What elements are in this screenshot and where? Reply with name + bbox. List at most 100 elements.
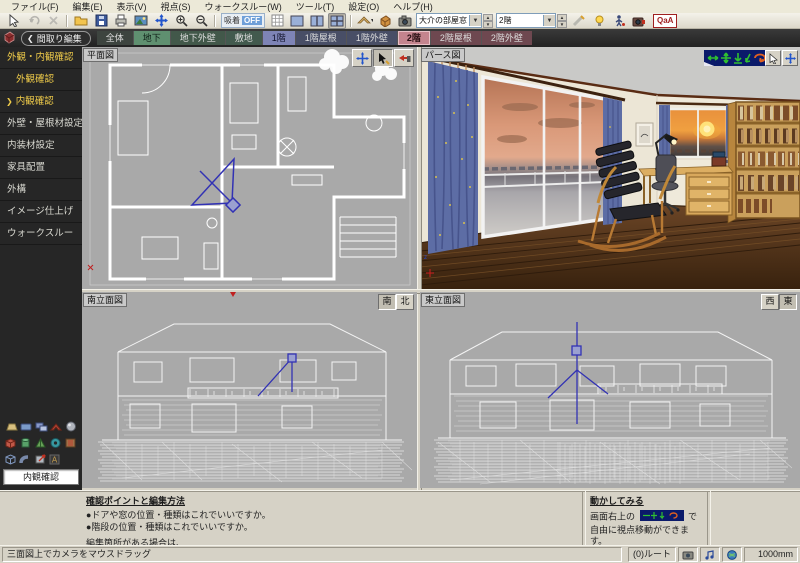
menu-edit[interactable]: 編集(E): [66, 0, 110, 13]
floor-spinner[interactable]: ▲▼: [557, 14, 567, 27]
help-divider: [707, 491, 711, 546]
tab-basement[interactable]: 地下: [134, 31, 171, 45]
north-button[interactable]: 北: [396, 294, 414, 310]
walkthrough-person-icon[interactable]: [610, 13, 628, 29]
sidebar-item-wall-roof-material[interactable]: 外壁・屋根材設定: [0, 113, 82, 135]
tab-1f-roof[interactable]: 1階屋根: [296, 31, 347, 45]
torus-teal-icon[interactable]: [48, 435, 63, 450]
two-pane-layout-icon[interactable]: [308, 13, 326, 29]
fit-view-button[interactable]: [782, 50, 798, 66]
menu-walkthrough[interactable]: ウォークスルー(W): [198, 0, 289, 13]
sidebar-item-walkthrough[interactable]: ウォークスルー: [0, 223, 82, 245]
cube-red-icon[interactable]: [3, 435, 18, 450]
view-name-select[interactable]: 大介の部屋窓 ▼: [416, 13, 482, 28]
tab-whole[interactable]: 全体: [97, 31, 134, 45]
select-pointer-button[interactable]: [765, 50, 781, 66]
one-pane-layout-icon[interactable]: [288, 13, 306, 29]
south-button[interactable]: 南: [378, 294, 396, 310]
south-elevation-viewport[interactable]: 南立面図 南 北: [82, 292, 417, 488]
camera-status-icon[interactable]: [678, 547, 698, 562]
south-elevation-drawing[interactable]: [82, 292, 417, 488]
box-arrow-icon[interactable]: [33, 451, 48, 466]
tab-1f-wall[interactable]: 1階外壁: [347, 31, 398, 45]
camera-position-icon[interactable]: [630, 13, 648, 29]
box-solid-icon[interactable]: [18, 419, 33, 434]
mode-status-box: 内観確認: [3, 469, 79, 485]
delete-icon[interactable]: [44, 13, 62, 29]
tab-basement-wall[interactable]: 地下外壁: [171, 31, 226, 45]
qa-help-button[interactable]: QaA: [653, 14, 677, 28]
help-bullet-1: ●ドアや窓の位置・種類はこれでいいですか。: [86, 510, 556, 521]
prism-green-icon[interactable]: [33, 435, 48, 450]
perspective-viewport[interactable]: z パース図: [420, 47, 800, 289]
floor-select[interactable]: 2階 ▼: [496, 13, 556, 28]
dropdown-arrow-icon[interactable]: ▼: [543, 15, 555, 26]
save-icon[interactable]: [92, 13, 110, 29]
selected-arrow-icon: ❯: [6, 97, 13, 106]
tab-2f[interactable]: 2階: [398, 31, 431, 45]
view-name-spinner[interactable]: ▲▼: [483, 14, 493, 27]
text-letter-icon[interactable]: A: [48, 451, 63, 466]
plan-drawing[interactable]: [82, 47, 417, 289]
sidebar-item-exterior-structure[interactable]: 外構: [0, 179, 82, 201]
menu-settings[interactable]: 設定(O): [341, 0, 386, 13]
cylinder-green-icon[interactable]: [18, 435, 33, 450]
tab-2f-wall[interactable]: 2階外壁: [482, 31, 532, 45]
sidebar-item-furniture[interactable]: 家具配置: [0, 157, 82, 179]
3d-box-icon[interactable]: [376, 13, 394, 29]
four-pane-layout-icon[interactable]: [328, 13, 346, 29]
image-export-icon[interactable]: [132, 13, 150, 29]
sphere-icon[interactable]: [63, 419, 78, 434]
menu-viewpoint[interactable]: 視点(S): [154, 0, 198, 13]
light-icon[interactable]: [590, 13, 608, 29]
viewpoint-nav-widget[interactable]: [704, 50, 770, 66]
zoom-in-icon[interactable]: [172, 13, 190, 29]
trapezoid-solid-icon[interactable]: [3, 419, 18, 434]
route-indicator: (0)ルート: [628, 547, 676, 562]
menu-bar: ファイル(F) 編集(E) 表示(V) 視点(S) ウォークスルー(W) ツール…: [0, 0, 800, 13]
roof-display-menu-icon[interactable]: [356, 13, 374, 29]
pipe-elbow-icon[interactable]: [18, 451, 33, 466]
floor-plan-edit-back-button[interactable]: ❮ 間取り編集: [21, 31, 91, 46]
menu-view[interactable]: 表示(V): [110, 0, 154, 13]
undo-icon[interactable]: [24, 13, 42, 29]
pan-tool-button[interactable]: [352, 49, 372, 67]
east-elevation-drawing[interactable]: [420, 292, 800, 488]
select-edit-tool-button[interactable]: [373, 49, 393, 67]
grid-icon[interactable]: [268, 13, 286, 29]
back-chevron-icon: ❮: [27, 34, 34, 43]
fit-view-icon[interactable]: [152, 13, 170, 29]
sidebar-item-interior-check[interactable]: ❯内観確認: [0, 91, 82, 113]
textured-box-icon[interactable]: [63, 435, 78, 450]
dropdown-arrow-icon[interactable]: ▼: [469, 15, 481, 26]
help-right-prefix: 画面右上の: [590, 511, 635, 521]
sidebar-item-exterior-interior-check[interactable]: 外観・内観確認: [0, 47, 82, 69]
sidebar-item-interior-material[interactable]: 内装材設定: [0, 135, 82, 157]
menu-help[interactable]: ヘルプ(H): [386, 0, 440, 13]
camera-drag-tool-button[interactable]: [394, 49, 414, 67]
west-button[interactable]: 西: [761, 294, 779, 310]
tab-2f-roof[interactable]: 2階屋根: [431, 31, 482, 45]
sidebar-item-exterior-check[interactable]: 外観確認: [0, 69, 82, 91]
east-elevation-viewport[interactable]: 東立面図 西 東: [420, 292, 800, 488]
menu-file[interactable]: ファイル(F): [4, 0, 66, 13]
plan-viewport[interactable]: 平面図: [82, 47, 417, 289]
tab-1f[interactable]: 1階: [263, 31, 296, 45]
perspective-render[interactable]: z: [420, 47, 800, 289]
tab-site[interactable]: 敷地: [226, 31, 263, 45]
snap-toggle-button[interactable]: 吸着 OFF: [221, 13, 265, 28]
boxes-overlap-icon[interactable]: [33, 419, 48, 434]
select-tool-icon[interactable]: [4, 13, 22, 29]
sidebar-item-image-finish[interactable]: イメージ仕上げ: [0, 201, 82, 223]
cube-wireframe-icon[interactable]: [3, 451, 18, 466]
capture-camera-icon[interactable]: [396, 13, 414, 29]
print-icon[interactable]: [112, 13, 130, 29]
sound-status-icon[interactable]: [700, 547, 720, 562]
open-folder-icon[interactable]: [72, 13, 90, 29]
globe-status-icon[interactable]: [722, 547, 742, 562]
menu-tools[interactable]: ツール(T): [289, 0, 342, 13]
zoom-out-icon[interactable]: [192, 13, 210, 29]
east-button[interactable]: 東: [779, 294, 797, 310]
roof-chevron-icon[interactable]: [48, 419, 63, 434]
ruler-pencil-icon[interactable]: [570, 13, 588, 29]
